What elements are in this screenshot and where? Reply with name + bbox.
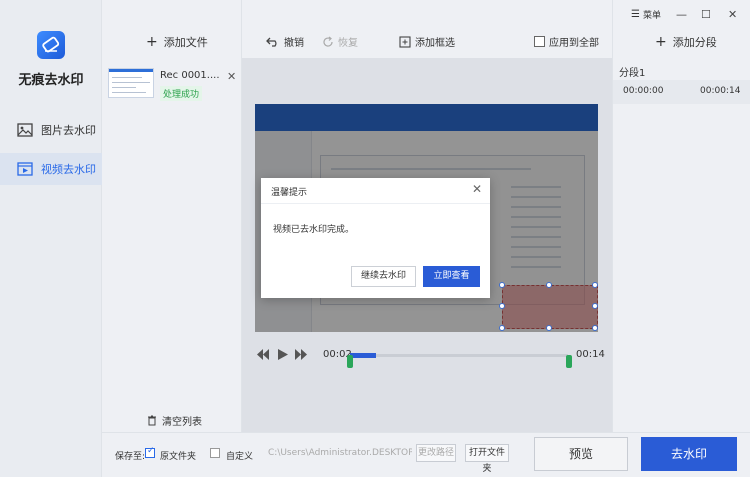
view-now-button[interactable]: 立即查看: [423, 266, 480, 287]
continue-button[interactable]: 继续去水印: [351, 266, 416, 287]
resize-handle[interactable]: [592, 282, 598, 288]
menu-button[interactable]: ☰ 菜单: [631, 8, 661, 21]
notice-dialog: 温馨提示 ✕ 视频已去水印完成。 继续去水印 立即查看: [261, 178, 490, 298]
undo-label: 撤销: [284, 38, 304, 49]
source-folder-label: 原文件夹: [160, 452, 197, 462]
undo-icon: [266, 37, 277, 47]
undo-button[interactable]: 撤销: [266, 34, 304, 49]
timeline-track[interactable]: [350, 354, 568, 357]
file-list-item[interactable]: Rec 0001.... 处理成功 ✕: [102, 62, 242, 106]
nav-label: 图片去水印: [41, 124, 96, 137]
change-path-button[interactable]: 更改路径: [416, 444, 456, 462]
close-window-button[interactable]: ✕: [728, 8, 737, 21]
close-icon[interactable]: ✕: [227, 70, 236, 83]
resize-handle[interactable]: [592, 325, 598, 331]
add-file-label: 添加文件: [163, 36, 208, 49]
redo-label: 恢复: [338, 38, 358, 49]
output-path-field[interactable]: C:\Users\Administrator.DESKTOP-KM: [264, 443, 412, 463]
add-selection-box-label: 添加框选: [415, 38, 455, 49]
apply-to-all-checkbox[interactable]: 应用到全部: [534, 34, 599, 49]
redo-button[interactable]: 恢复: [322, 34, 358, 49]
close-icon[interactable]: ✕: [472, 182, 482, 196]
nav-item-image-watermark[interactable]: 图片去水印: [0, 114, 102, 146]
player-controls: 00:02 00:14: [242, 340, 612, 370]
timeline-progress: [350, 353, 376, 358]
segment-panel: + 添加分段 分段1 00:00:00 00:00:14: [612, 0, 750, 432]
resize-handle[interactable]: [546, 325, 552, 331]
segment-start-marker[interactable]: [347, 355, 353, 368]
dialog-divider: [261, 203, 490, 204]
preview-button[interactable]: 预览: [534, 437, 628, 471]
segment-title: 分段1: [619, 68, 646, 79]
clear-list-label: 清空列表: [162, 417, 202, 428]
open-folder-button[interactable]: 打开文件夹: [465, 444, 509, 474]
add-segment-label: 添加分段: [672, 36, 717, 49]
dialog-message: 视频已去水印完成。: [273, 225, 355, 235]
editor-toolbar: 撤销 恢复 添加框选 应用到全部: [242, 24, 612, 58]
source-folder-checkbox[interactable]: [145, 446, 155, 458]
dialog-title: 温馨提示: [271, 188, 308, 198]
app-logo: [37, 31, 65, 59]
side-nav: 无痕去水印 图片去水印 视频去水印: [0, 0, 102, 477]
status-badge: 处理成功: [160, 86, 203, 101]
redo-icon: [323, 36, 333, 47]
menu-icon: ☰: [631, 9, 640, 20]
resize-handle[interactable]: [499, 303, 505, 309]
selection-box-icon: [399, 35, 411, 48]
clear-list-button[interactable]: 清空列表: [147, 413, 202, 428]
plus-icon: +: [146, 33, 158, 50]
add-selection-box-button[interactable]: 添加框选: [399, 34, 455, 49]
custom-folder-checkbox[interactable]: [210, 448, 220, 458]
menu-label: 菜单: [642, 11, 661, 21]
apply-to-all-label: 应用到全部: [549, 38, 599, 49]
remove-watermark-button[interactable]: 去水印: [641, 437, 737, 471]
save-to-label: 保存至:: [115, 452, 146, 462]
plus-icon: +: [655, 33, 667, 50]
rewind-icon[interactable]: [257, 349, 269, 360]
video-icon: [17, 162, 33, 176]
maximize-button[interactable]: ☐: [701, 8, 711, 21]
fast-forward-icon[interactable]: [295, 349, 307, 360]
minimize-button[interactable]: —: [676, 8, 687, 21]
file-list-panel: + 添加文件 Rec 0001.... 处理成功 ✕ 清空列表: [102, 0, 242, 432]
video-thumbnail: [108, 68, 154, 98]
nav-label: 视频去水印: [41, 163, 96, 176]
add-file-button[interactable]: + 添加文件: [146, 34, 208, 50]
end-time: 00:14: [576, 349, 605, 360]
file-name: Rec 0001....: [160, 70, 220, 81]
segment-end-time: 00:00:14: [700, 86, 741, 96]
play-icon[interactable]: [278, 349, 288, 360]
app-title: 无痕去水印: [18, 73, 84, 88]
segment-start-time: 00:00:00: [623, 86, 664, 96]
image-icon: [17, 123, 33, 137]
segment-end-marker[interactable]: [566, 355, 572, 368]
resize-handle[interactable]: [546, 282, 552, 288]
resize-handle[interactable]: [499, 282, 505, 288]
checkbox-icon: [534, 36, 545, 47]
add-segment-button[interactable]: + 添加分段: [655, 34, 717, 50]
custom-folder-label: 自定义: [226, 452, 254, 462]
resize-handle[interactable]: [499, 325, 505, 331]
trash-icon: [148, 415, 156, 426]
nav-item-video-watermark[interactable]: 视频去水印: [0, 153, 102, 185]
eraser-icon: [42, 36, 60, 53]
resize-handle[interactable]: [592, 303, 598, 309]
